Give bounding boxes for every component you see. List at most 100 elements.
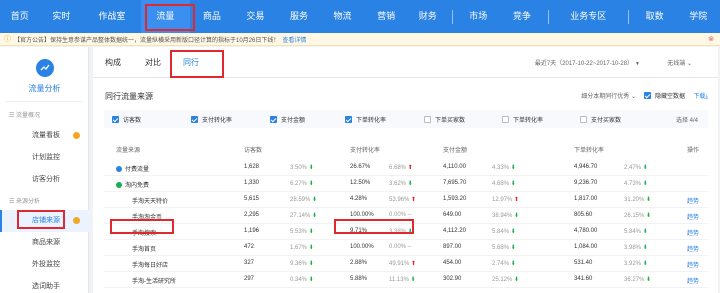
visitors-cell: 1,628	[244, 164, 284, 170]
change-value: 0.34%	[290, 277, 308, 283]
trend-link[interactable]: 趋势	[687, 244, 699, 253]
nav-marketing[interactable]: 营销	[364, 0, 408, 33]
expand-icon[interactable]	[116, 182, 122, 188]
source-name: 手淘淘金币	[132, 215, 163, 221]
nav-realtime[interactable]: 实时	[40, 0, 84, 33]
source-name-cell[interactable]: 付费流量	[116, 164, 149, 173]
tab-compare[interactable]: 对比	[145, 47, 161, 78]
pay-amount-change: 4.68% ⬇	[492, 180, 516, 187]
nav-finance[interactable]: 财务	[408, 0, 448, 33]
trend-link[interactable]: 趋势	[687, 228, 699, 237]
nav-trade[interactable]: 交易	[234, 0, 278, 33]
nav-market[interactable]: 市场	[457, 0, 501, 33]
change-value: 5.68%	[492, 245, 510, 251]
trend-link[interactable]: 趋势	[687, 276, 699, 285]
sidebar-item-visitor-analysis[interactable]: 访客分析	[0, 169, 89, 191]
table-row: 手淘-生活研究所 297 0.34% ⬇ 5.88% 11.13% ⬇ 302.90 25.…	[104, 272, 708, 288]
change-value: 3.92%	[624, 261, 642, 267]
metric-pay-buyers[interactable]: 支付买家数	[580, 115, 621, 124]
checkbox-icon	[580, 116, 587, 123]
pay-amount-cell: 454.00	[443, 260, 461, 266]
metric-order-conversion[interactable]: 下单转化率	[345, 115, 386, 124]
table-row: 手淘天天特价 5,615 28.59% ⬇ 4.28% 53.96% ⬆ 1,593.20…	[104, 192, 708, 208]
pay-conversion-value: 4.28%	[350, 196, 368, 202]
tab-peers[interactable]: 同行	[183, 47, 199, 78]
trend-link[interactable]: 趋势	[687, 196, 699, 205]
source-name: 手淘首页	[132, 247, 157, 253]
metric-visitors[interactable]: 访客数	[112, 115, 141, 124]
metric-label: 支付金额	[281, 118, 306, 124]
sidebar-item-label: 商品来源	[32, 239, 60, 246]
trend-down-icon: ⬇	[407, 229, 413, 235]
visitors-change: 5.53% ⬇	[290, 228, 314, 235]
chevron-down-icon: ▼	[635, 61, 640, 67]
pay-amount-value: 454.00	[443, 260, 462, 266]
nav-fetch-data[interactable]: 取数	[633, 0, 677, 33]
nav-academy[interactable]: 学院	[676, 0, 720, 33]
column-setting-select[interactable]: 细分本期同行优秀 ⌄	[581, 91, 636, 100]
sidebar-item-traffic-board[interactable]: 流量看板	[0, 125, 89, 147]
nav-war-room[interactable]: 作战室	[83, 0, 140, 33]
visitors-cell: 472	[244, 244, 284, 250]
expand-icon[interactable]	[116, 166, 122, 172]
visitors-value: 1,628	[244, 164, 260, 170]
trend-down-icon: ⬇	[410, 277, 416, 283]
source-name-cell[interactable]: 淘内免费	[116, 180, 149, 189]
change-value: 3.50%	[290, 165, 308, 171]
visitors-change: 6.27% ⬇	[290, 180, 314, 187]
sidebar-item-plan-monitor[interactable]: 计划监控	[0, 147, 89, 169]
sidebar-divider	[6, 101, 83, 102]
pay-amount-cell: 302.90	[443, 276, 461, 282]
pay-conversion-change: 49.91% ⬆	[389, 260, 416, 267]
source-name: 手淘搜索	[132, 231, 157, 237]
download-link[interactable]: 下载⤓	[693, 91, 708, 101]
hide-empty-toggle[interactable]: 隐藏空数据	[643, 91, 685, 100]
order-conversion-change: 4.73% ⬇	[624, 180, 648, 187]
table-row: 手淘每日好店 327 9.36% ⬇ 2.88% 49.91% ⬆ 454.00 2.74%…	[104, 256, 708, 272]
pay-amount-value: 649.00	[443, 212, 462, 218]
nav-competition[interactable]: 竞争	[500, 0, 544, 33]
trend-down-icon: ⬇	[642, 261, 648, 267]
nav-home[interactable]: 首页	[0, 0, 40, 33]
nav-service[interactable]: 服务	[277, 0, 321, 33]
sidebar-item-shop-source[interactable]: 店铺来源	[0, 210, 89, 232]
visitors-change: 0.34% ⬇	[290, 276, 314, 283]
sidebar-item-external-monitor[interactable]: 外投监控	[0, 254, 89, 276]
sidebar-item-keyword-helper[interactable]: 选词助手	[0, 276, 89, 293]
metric-pay-conversion[interactable]: 支付转化率	[191, 115, 232, 124]
metric-order-conversion-2[interactable]: 下单转化率	[502, 115, 543, 124]
change-value: 2.47%	[624, 165, 642, 171]
metric-pay-amount[interactable]: 支付金额	[270, 115, 305, 124]
date-range-select[interactable]: 最近7天（2017-10-22~2017-10-28） ▼	[535, 58, 640, 67]
notice-detail-link[interactable]: 查看详情	[282, 35, 306, 44]
metric-label: 下单买家数	[435, 118, 466, 124]
pay-conversion-change: 53.96% ⬆	[389, 196, 416, 203]
change-value: 1.67%	[290, 245, 308, 251]
trend-link[interactable]: 趋势	[687, 260, 699, 269]
sidebar-item-product-source[interactable]: 商品来源	[0, 232, 89, 254]
tab-composition[interactable]: 构成	[105, 47, 121, 78]
nav-business-zone[interactable]: 业务专区	[553, 0, 624, 33]
nav-product[interactable]: 商品	[190, 0, 234, 33]
nav-logistics[interactable]: 物流	[321, 0, 365, 33]
close-icon[interactable]: ⊗	[708, 35, 714, 43]
status-dot	[73, 132, 80, 139]
pay-conversion-change: 0.00% –	[389, 212, 411, 218]
terminal-select[interactable]: 无线端 ⌄	[667, 58, 692, 67]
pay-amount-cell: 4,110.00	[443, 164, 466, 170]
menu-icon: ☰	[9, 113, 17, 119]
download-label: 下载	[693, 94, 706, 100]
trend-link[interactable]: 趋势	[687, 212, 699, 221]
order-conversion-value: 1,817.00	[574, 196, 598, 202]
change-value: 3.62%	[389, 181, 407, 187]
download-icon: ⤓	[705, 94, 708, 100]
metric-order-buyers[interactable]: 下单买家数	[424, 115, 465, 124]
nav-traffic[interactable]: 流量	[140, 0, 191, 33]
trend-down-icon: ⬇	[407, 181, 413, 187]
visitors-change: 1.67% ⬇	[290, 244, 314, 251]
sidebar: 流量分析 ☰ 流量概况 流量看板 计划监控 访客分析 ☰ 来源分析 店铺来源 商…	[0, 47, 89, 293]
nav-separator	[627, 9, 629, 24]
change-value: 6.27%	[290, 181, 308, 187]
checkbox-icon	[502, 116, 509, 123]
trend-down-icon: ⬇	[510, 181, 516, 187]
